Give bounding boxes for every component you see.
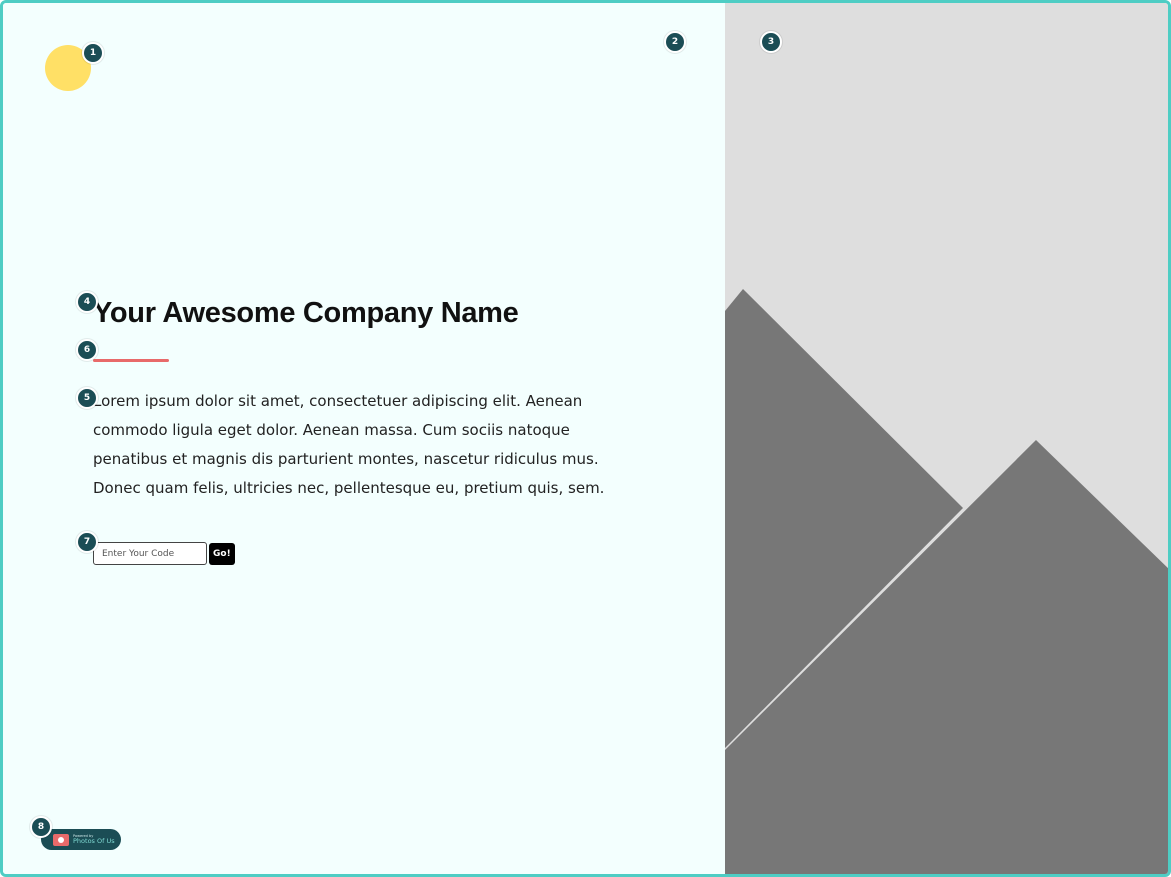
mountain-image-placeholder-icon <box>725 289 1168 874</box>
marker-1: 1 <box>82 42 104 64</box>
intro-paragraph: Lorem ipsum dolor sit amet, consectetuer… <box>93 392 605 497</box>
camera-icon <box>53 833 69 846</box>
marker-8: 8 <box>30 816 52 838</box>
marker-5: 5 <box>76 387 98 409</box>
code-input[interactable] <box>93 542 207 565</box>
powered-by-badge[interactable]: Powered by Photos Of Us <box>41 829 121 850</box>
code-form: Go! <box>93 542 235 565</box>
hero-image-placeholder <box>725 3 1168 874</box>
marker-6: 6 <box>76 339 98 361</box>
title-underline-divider <box>93 359 169 362</box>
content-panel: Your Awesome Company Name Lorem ipsum do… <box>3 3 725 874</box>
marker-2: 2 <box>664 31 686 53</box>
go-button[interactable]: Go! <box>209 542 235 565</box>
marker-4: 4 <box>76 291 98 313</box>
badge-brand-name: Photos Of Us <box>73 837 115 845</box>
marker-3: 3 <box>760 31 782 53</box>
marker-7: 7 <box>76 531 98 553</box>
page-title: Your Awesome Company Name <box>93 297 519 329</box>
page-frame: Your Awesome Company Name Lorem ipsum do… <box>0 0 1171 877</box>
badge-text: Powered by Photos Of Us <box>73 834 115 845</box>
